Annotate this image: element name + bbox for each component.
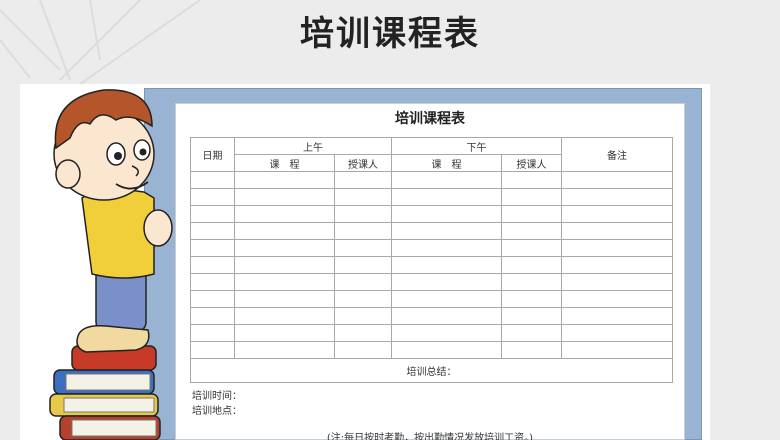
table-cell[interactable] xyxy=(561,341,673,359)
table-cell[interactable] xyxy=(190,256,235,274)
page-title: 培训课程表 xyxy=(300,14,480,54)
table-cell[interactable] xyxy=(190,222,235,240)
header-afternoon: 下午 xyxy=(391,137,562,155)
table-cell[interactable] xyxy=(190,205,235,223)
table-cell[interactable] xyxy=(334,341,392,359)
table-cell[interactable] xyxy=(561,290,673,308)
table-row xyxy=(190,273,673,291)
table-cell[interactable] xyxy=(190,239,235,257)
table-cell[interactable] xyxy=(334,188,392,206)
table-row xyxy=(190,171,673,189)
header-remarks: 备注 xyxy=(561,137,673,172)
table-cell[interactable] xyxy=(334,290,392,308)
table-cell[interactable] xyxy=(561,307,673,325)
table-row xyxy=(190,307,673,325)
table-cell[interactable] xyxy=(561,273,673,291)
table-cell[interactable] xyxy=(561,239,673,257)
table-cell[interactable] xyxy=(391,290,502,308)
table-cell[interactable] xyxy=(501,341,562,359)
table-cell[interactable] xyxy=(391,205,502,223)
table-cell[interactable] xyxy=(501,256,562,274)
table-cell[interactable] xyxy=(190,307,235,325)
table-row xyxy=(190,324,673,342)
table-cell[interactable] xyxy=(234,222,335,240)
table-cell[interactable] xyxy=(561,256,673,274)
table-cell[interactable] xyxy=(391,307,502,325)
table-row xyxy=(190,222,673,240)
table-cell[interactable] xyxy=(501,290,562,308)
table-cell[interactable] xyxy=(190,341,235,359)
table-cell[interactable] xyxy=(234,290,335,308)
table-row xyxy=(190,188,673,206)
table-cell[interactable] xyxy=(501,307,562,325)
table-cell[interactable] xyxy=(334,239,392,257)
table-cell[interactable] xyxy=(501,273,562,291)
table-cell[interactable] xyxy=(334,205,392,223)
table-cell[interactable] xyxy=(501,239,562,257)
table-cell[interactable] xyxy=(234,307,335,325)
table-row xyxy=(190,205,673,223)
table-cell[interactable] xyxy=(501,188,562,206)
table-cell[interactable] xyxy=(190,324,235,342)
table-cell[interactable] xyxy=(561,171,673,189)
table-row xyxy=(190,290,673,308)
table-cell[interactable] xyxy=(501,222,562,240)
table-cell[interactable] xyxy=(391,188,502,206)
table-row xyxy=(190,256,673,274)
table-cell[interactable] xyxy=(190,273,235,291)
header-date: 日期 xyxy=(190,137,235,172)
table-cell[interactable] xyxy=(561,188,673,206)
sheet-title: 培训课程表 xyxy=(395,111,465,127)
table-cell[interactable] xyxy=(234,273,335,291)
boy-on-books-illustration xyxy=(49,89,173,440)
schedule-body: 培训总结： xyxy=(190,171,673,383)
table-cell[interactable] xyxy=(190,171,235,189)
table-cell[interactable] xyxy=(561,222,673,240)
table-cell[interactable] xyxy=(334,171,392,189)
table-cell[interactable] xyxy=(391,324,502,342)
header-morning: 上午 xyxy=(234,137,392,155)
table-cell[interactable] xyxy=(234,324,335,342)
summary-label: 培训总结： xyxy=(190,358,673,383)
table-cell[interactable] xyxy=(190,290,235,308)
table-row xyxy=(190,341,673,359)
header-morning-course: 课 程 xyxy=(234,154,335,172)
training-location-label: 培训地点： xyxy=(192,406,242,417)
table-cell[interactable] xyxy=(391,341,502,359)
table-cell[interactable] xyxy=(234,171,335,189)
table-cell[interactable] xyxy=(334,273,392,291)
schedule-table: 日期 上午 下午 备注 课 程 授课人 课 程 授课人 培训总结： xyxy=(190,137,673,383)
table-cell[interactable] xyxy=(234,341,335,359)
table-cell[interactable] xyxy=(234,205,335,223)
table-cell[interactable] xyxy=(501,205,562,223)
header-afternoon-instructor: 授课人 xyxy=(501,154,562,172)
table-cell[interactable] xyxy=(391,273,502,291)
table-cell[interactable] xyxy=(234,239,335,257)
table-cell[interactable] xyxy=(334,256,392,274)
table-cell[interactable] xyxy=(561,324,673,342)
attendance-note: (注:每日按时考勤，按出勤情况发放培训工资。) xyxy=(326,433,534,440)
table-row xyxy=(190,239,673,257)
table-cell[interactable] xyxy=(391,239,502,257)
table-cell[interactable] xyxy=(391,256,502,274)
schedule-sheet: 培训课程表 日期 上午 下午 备注 课 程 授课人 课 程 授课人 培训总结： xyxy=(175,103,685,440)
table-cell[interactable] xyxy=(501,171,562,189)
table-cell[interactable] xyxy=(334,324,392,342)
table-cell[interactable] xyxy=(234,188,335,206)
table-cell[interactable] xyxy=(501,324,562,342)
table-cell[interactable] xyxy=(234,256,335,274)
table-cell[interactable] xyxy=(334,222,392,240)
table-cell[interactable] xyxy=(391,222,502,240)
header-afternoon-course: 课 程 xyxy=(391,154,502,172)
table-cell[interactable] xyxy=(391,171,502,189)
training-time-label: 培训时间： xyxy=(192,391,242,402)
table-cell[interactable] xyxy=(334,307,392,325)
header-morning-instructor: 授课人 xyxy=(334,154,392,172)
summary-row: 培训总结： xyxy=(190,358,673,383)
table-cell[interactable] xyxy=(190,188,235,206)
table-cell[interactable] xyxy=(561,205,673,223)
books-icon xyxy=(49,345,161,440)
